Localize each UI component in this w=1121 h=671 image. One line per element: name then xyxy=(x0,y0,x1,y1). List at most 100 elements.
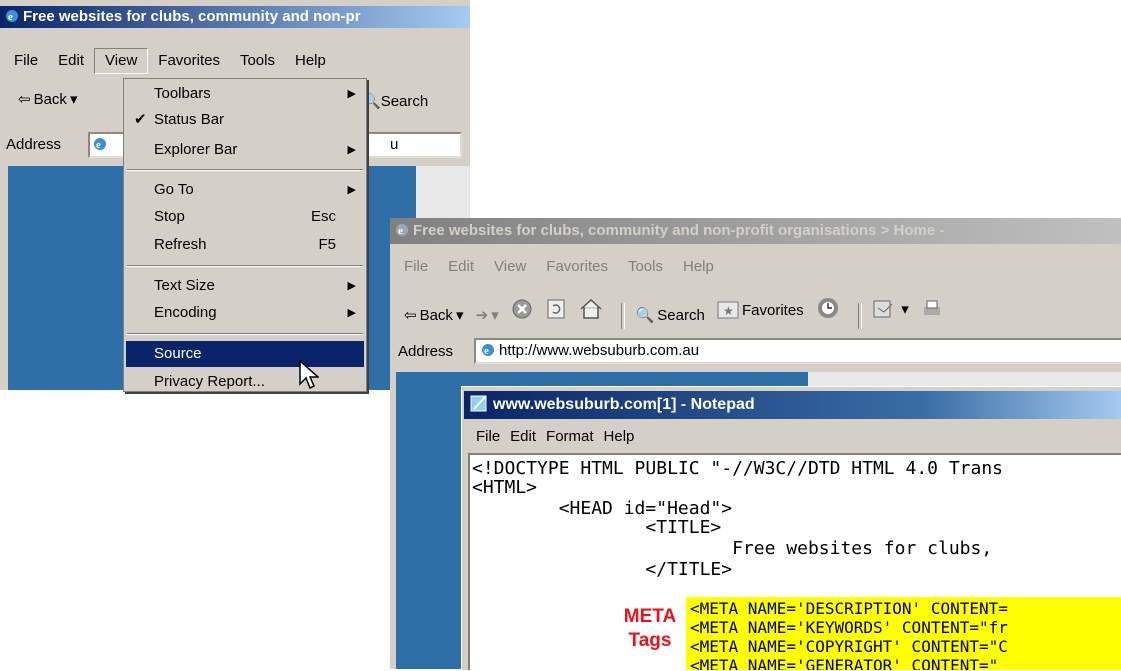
meta-tags-annotation: META Tags xyxy=(620,605,680,653)
search-icon: 🔍 xyxy=(635,307,655,324)
submenu-arrow-icon: ▶ xyxy=(347,184,356,196)
svg-text:e: e xyxy=(398,225,403,237)
menu-separator xyxy=(127,265,363,267)
back-button[interactable]: ⇦ Back ▾ xyxy=(18,90,77,109)
stop-button[interactable] xyxy=(511,298,533,320)
menu-favorites[interactable]: Favorites xyxy=(148,48,230,74)
shortcut-label: Esc xyxy=(310,208,336,225)
source-line: </TITLE> xyxy=(472,559,733,580)
menu-view[interactable]: View xyxy=(94,48,149,74)
address-bar: Address e http://www.websuburb.com.au xyxy=(390,336,1121,366)
back-arrow-icon: ⇦ xyxy=(18,91,31,108)
forward-arrow-icon: ➔ xyxy=(475,307,489,324)
title-bar: e Free websites for clubs, community and … xyxy=(390,218,1121,244)
menu-favorites[interactable]: Favorites xyxy=(536,254,618,280)
printer-icon xyxy=(923,300,940,315)
source-line: <!DOCTYPE HTML PUBLIC "-//W3C//DTD HTML … xyxy=(472,458,1004,479)
ie-logo-icon: e xyxy=(394,221,410,237)
title-bar: e Free websites for clubs, community and … xyxy=(0,6,470,28)
menu-item-explorer-bar[interactable]: Explorer Bar ▶ xyxy=(124,137,366,163)
submenu-arrow-icon: ▶ xyxy=(347,280,356,292)
source-line: <HEAD id="Head"> xyxy=(472,498,733,519)
menu-item-stop[interactable]: Stop Esc xyxy=(124,204,366,230)
meta-line: <META NAME='KEYWORDS' CONTENT="fr xyxy=(690,618,1008,637)
window-title: Free websites for clubs, community and n… xyxy=(23,8,361,25)
menu-file[interactable]: File xyxy=(394,254,438,280)
history-icon xyxy=(817,298,838,318)
menu-bar: File Edit View Favorites Tools Help xyxy=(4,46,336,74)
menu-item-refresh[interactable]: Refresh F5 xyxy=(124,232,366,258)
menu-bar: File Edit View Favorites Tools Help xyxy=(394,254,724,280)
checkmark-icon: ✔ xyxy=(134,111,147,128)
annotation-line-2: Tags xyxy=(628,630,672,651)
page-icon: e xyxy=(92,136,108,152)
notepad-window: www.websuburb.com[1] - Notepad File Edit F… xyxy=(461,386,1121,671)
meta-tags-highlight: <META NAME='DESCRIPTION' CONTENT= <META … xyxy=(686,597,1121,670)
print-button[interactable] xyxy=(921,298,943,320)
mail-icon xyxy=(873,300,893,318)
view-menu-dropdown: Toolbars ▶ ✔ Status Bar Explorer Bar ▶ Go T… xyxy=(123,78,367,392)
submenu-arrow-icon: ▶ xyxy=(347,88,356,100)
menu-item-text-size[interactable]: Text Size ▶ xyxy=(124,273,366,299)
mail-button[interactable]: ▾ xyxy=(872,298,909,320)
window-title: Free websites for clubs, community and n… xyxy=(413,222,945,239)
menu-file[interactable]: File xyxy=(466,424,505,450)
home-icon xyxy=(580,298,602,319)
menu-edit[interactable]: Edit xyxy=(505,424,541,450)
toolbar-separator xyxy=(858,303,863,330)
toolbar: ⇦ Back ▾ ➔ ▾ 🔍 Search ★ Favorites ▾ xyxy=(404,296,1121,330)
search-button[interactable]: 🔍Search xyxy=(362,92,428,110)
annotation-line-1: META xyxy=(623,606,677,627)
refresh-icon xyxy=(547,299,565,319)
menu-item-encoding[interactable]: Encoding ▶ xyxy=(124,300,366,326)
notepad-icon xyxy=(468,393,490,413)
history-button[interactable] xyxy=(816,296,840,320)
menu-format[interactable]: Format xyxy=(541,424,599,450)
address-label: Address xyxy=(398,343,454,360)
menu-edit[interactable]: Edit xyxy=(48,48,94,74)
menu-file[interactable]: File xyxy=(4,48,48,74)
menu-bar: File Edit Format Help xyxy=(466,424,639,450)
submenu-arrow-icon: ▶ xyxy=(347,307,356,319)
forward-button[interactable]: ➔ ▾ xyxy=(476,306,499,324)
toolbar-separator xyxy=(621,303,626,330)
menu-tools[interactable]: Tools xyxy=(618,254,673,280)
source-line: Free websites for clubs, xyxy=(472,538,993,559)
window-title: www.websuburb.com[1] - Notepad xyxy=(493,396,755,413)
svg-text:e: e xyxy=(8,11,13,23)
menu-item-status-bar[interactable]: ✔ Status Bar xyxy=(124,107,366,133)
favorites-button[interactable]: ★ Favorites xyxy=(717,300,804,320)
meta-line: <META NAME='DESCRIPTION' CONTENT= xyxy=(690,599,1008,618)
back-arrow-icon: ⇦ xyxy=(404,307,417,324)
ie-logo-icon: e xyxy=(4,8,20,24)
refresh-button[interactable] xyxy=(545,298,567,320)
address-label: Address xyxy=(6,136,62,153)
meta-line: <META NAME='COPYRIGHT' CONTENT="C xyxy=(690,637,1008,656)
page-icon: e xyxy=(480,342,496,358)
address-input[interactable]: e http://www.websuburb.com.au xyxy=(474,338,1121,364)
text-area[interactable]: <!DOCTYPE HTML PUBLIC "-//W3C//DTD HTML … xyxy=(468,453,1121,670)
menu-item-go-to[interactable]: Go To ▶ xyxy=(124,177,366,203)
svg-text:e: e xyxy=(96,139,101,151)
menu-separator xyxy=(127,169,363,171)
favorites-star-icon: ★ xyxy=(717,301,739,319)
menu-tools[interactable]: Tools xyxy=(230,48,285,74)
submenu-arrow-icon: ▶ xyxy=(347,144,356,156)
menu-help[interactable]: Help xyxy=(673,254,724,280)
search-button[interactable]: 🔍Search xyxy=(635,306,705,325)
source-line: <TITLE> xyxy=(472,517,722,538)
menu-item-source[interactable]: Source xyxy=(126,341,364,367)
menu-edit[interactable]: Edit xyxy=(438,254,484,280)
menu-item-privacy-report[interactable]: Privacy Report... xyxy=(124,369,366,395)
back-button[interactable]: ⇦ Back ▾ xyxy=(404,306,463,325)
menu-separator xyxy=(127,333,363,335)
stop-icon xyxy=(512,299,532,319)
svg-text:★: ★ xyxy=(723,304,734,318)
menu-help[interactable]: Help xyxy=(285,48,336,74)
mouse-cursor-icon xyxy=(299,359,320,394)
menu-help[interactable]: Help xyxy=(599,424,640,450)
home-button[interactable] xyxy=(579,298,603,320)
source-line: <HTML> xyxy=(472,477,538,498)
menu-view[interactable]: View xyxy=(484,254,536,280)
menu-item-toolbars[interactable]: Toolbars ▶ xyxy=(124,81,366,107)
